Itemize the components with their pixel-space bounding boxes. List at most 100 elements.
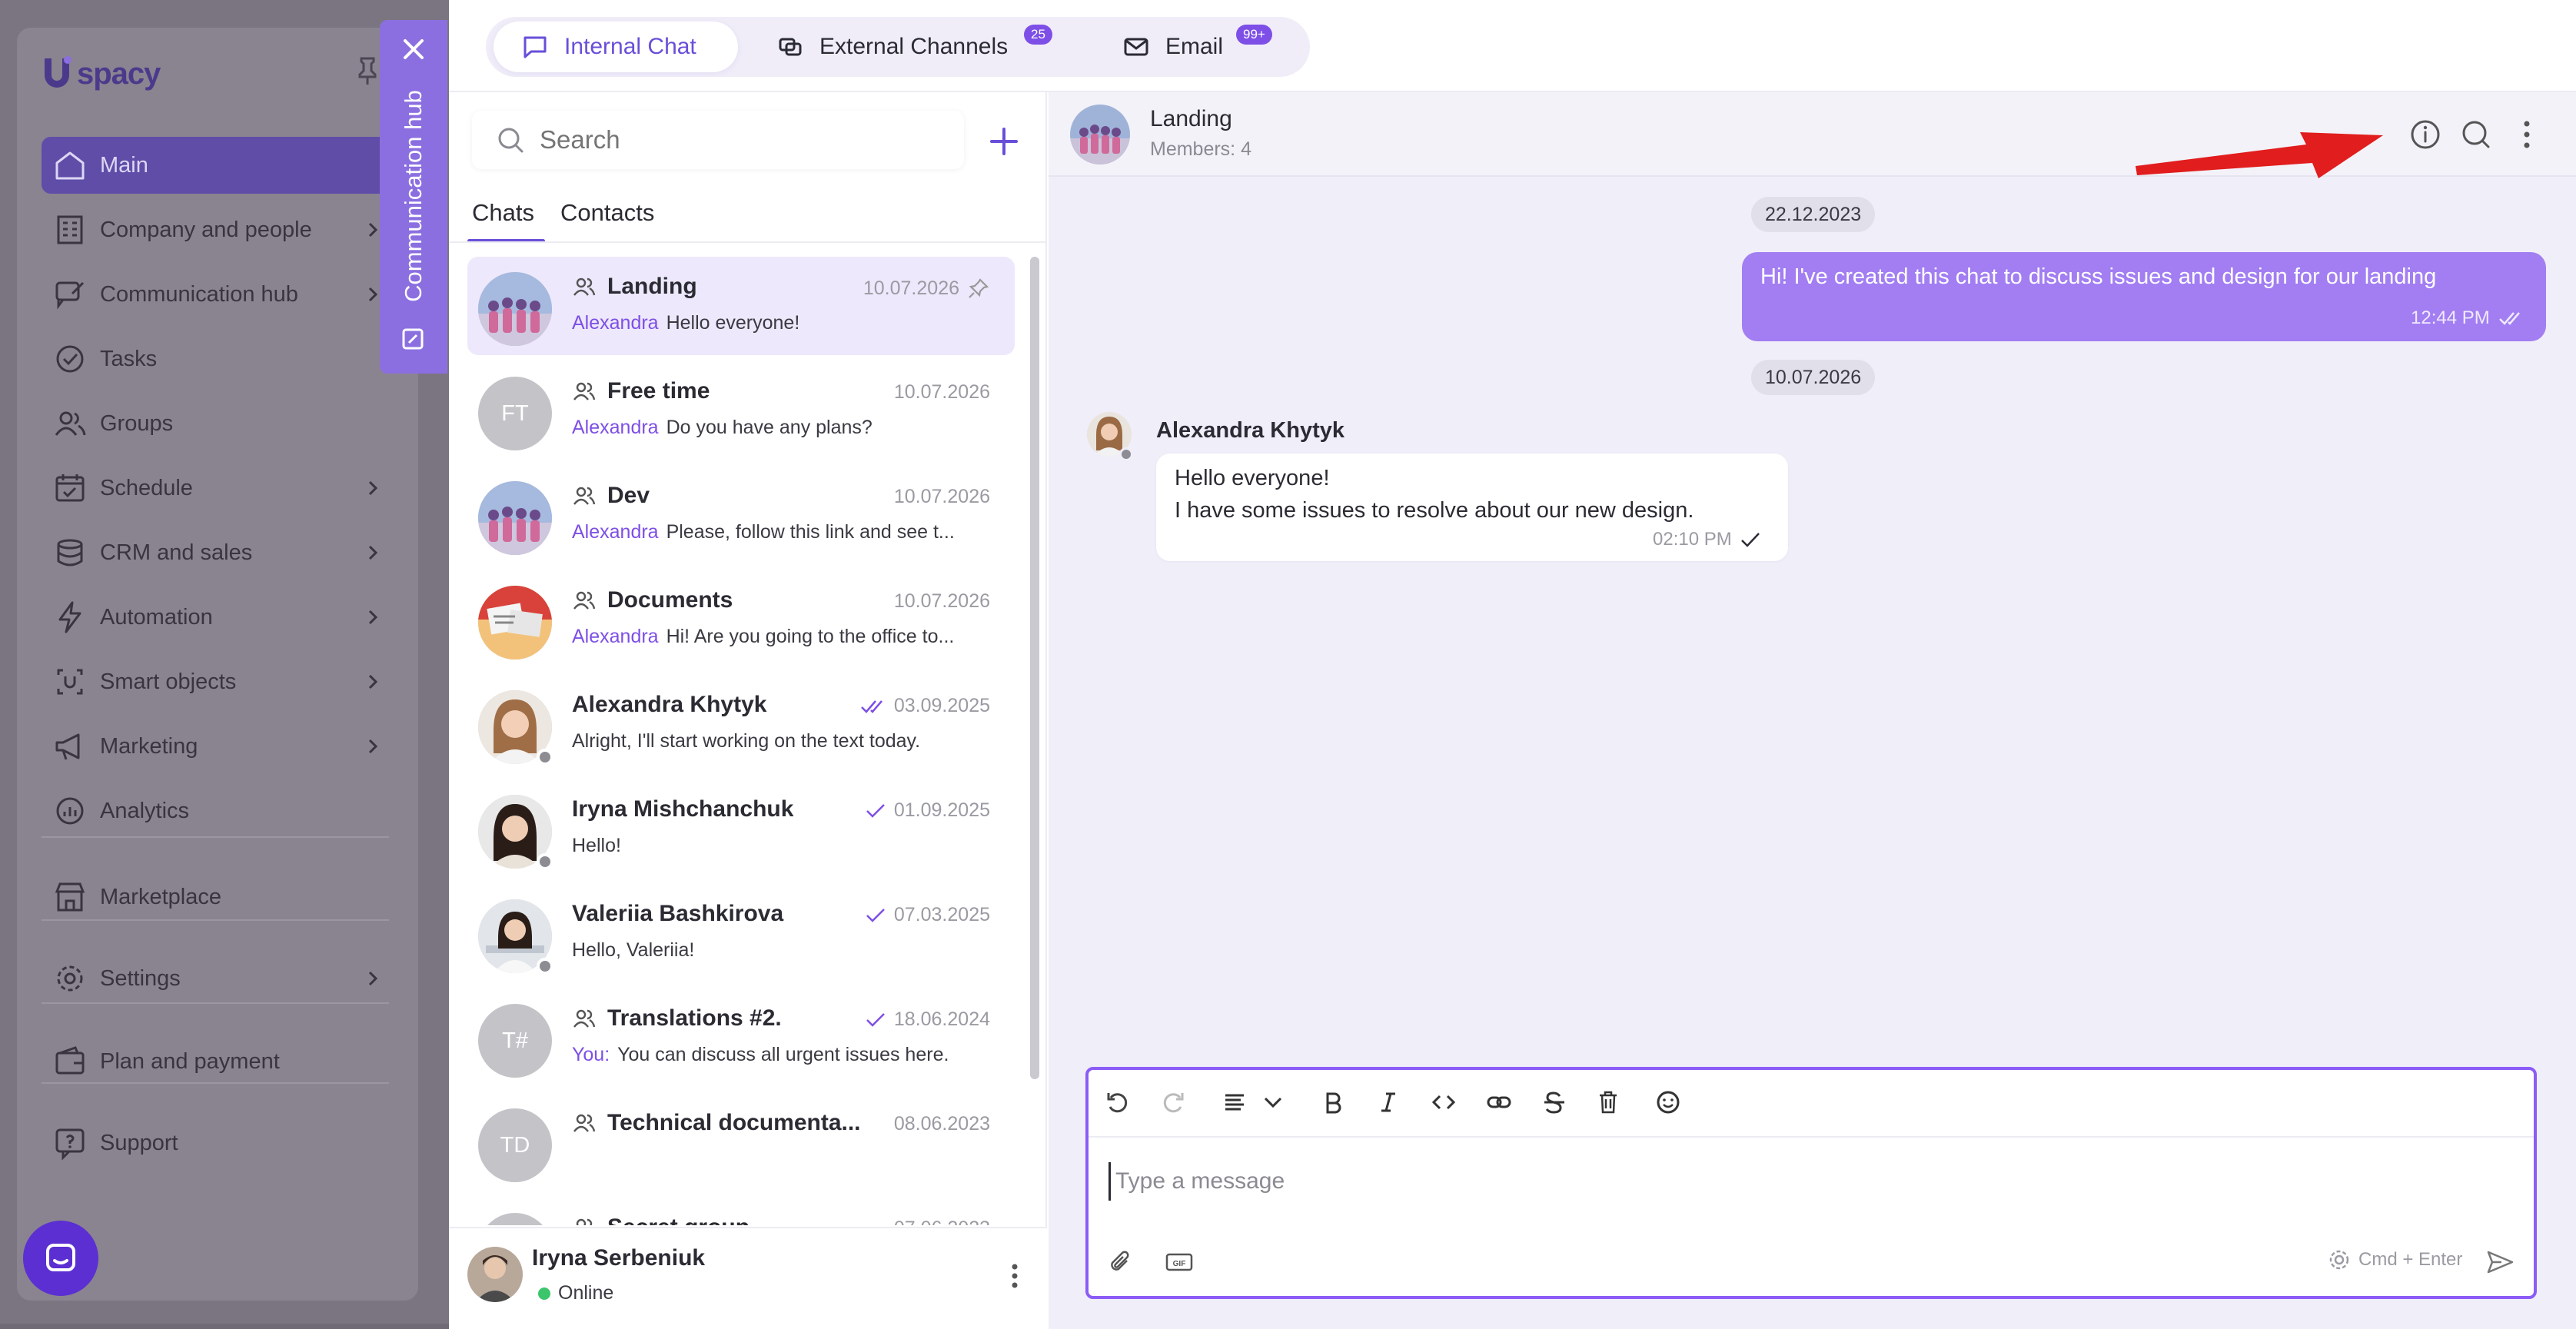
sidebar-item-label: Main — [100, 152, 148, 178]
sidebar-item-analytics[interactable]: Analytics — [42, 782, 389, 839]
message-input[interactable] — [1109, 1162, 2415, 1201]
sidebar-divider — [42, 836, 389, 838]
undo-icon[interactable] — [1101, 1085, 1135, 1119]
chat-list-item[interactable]: TD Technical documenta... 08.06.2023 — [467, 1093, 1015, 1191]
current-user-avatar[interactable] — [467, 1247, 523, 1302]
pin-sidebar-icon[interactable] — [354, 55, 381, 86]
chat-list-item[interactable]: Iryna Mishchanchuk 01.09.2025 Hello! — [467, 779, 1015, 878]
chat-list-item[interactable]: T# Translations #2. 18.06.2024 You: You can … — [467, 988, 1015, 1087]
chat-title: Translations #2. — [572, 1005, 879, 1032]
sidebar-item-support[interactable]: Support — [42, 1115, 389, 1171]
info-icon[interactable] — [2408, 117, 2443, 152]
online-indicator — [538, 1287, 550, 1300]
sidebar-item-crm-and-sales[interactable]: CRM and sales — [42, 524, 389, 581]
svg-text:GIF: GIF — [1173, 1260, 1186, 1268]
chat-date: 07.03.2025 — [865, 904, 990, 926]
sidebar-item-tasks[interactable]: Tasks — [42, 331, 389, 387]
chat-icon — [524, 36, 547, 58]
chevron-right-icon — [368, 971, 378, 986]
sidebar-divider — [42, 1002, 389, 1004]
plus-icon — [990, 128, 1018, 155]
check-icon — [866, 803, 885, 818]
tab-contacts[interactable]: Contacts — [560, 184, 654, 241]
chat-preview: Alright, I'll start working on the text … — [572, 730, 921, 752]
chart-icon — [52, 793, 88, 829]
more-vertical-icon[interactable] — [999, 1261, 1030, 1291]
chat-list-item[interactable]: Landing 10.07.2026 Alexandra Hello everyone… — [467, 257, 1015, 355]
sidebar-item-communication-hub[interactable]: Communication hub — [42, 266, 389, 323]
sidebar-item-label: Automation — [100, 604, 213, 630]
align-icon[interactable] — [1218, 1085, 1251, 1119]
chat-title: Dev — [572, 483, 879, 509]
conversation-members[interactable]: Members: 4 — [1150, 138, 1251, 161]
app-logo[interactable]: spacy — [40, 52, 161, 95]
send-button[interactable] — [2483, 1245, 2517, 1279]
chat-preview-sender: Alexandra — [572, 417, 659, 438]
tab-internal-chat[interactable]: Internal Chat — [494, 22, 738, 72]
sidebar-item-main[interactable]: Main — [42, 137, 389, 194]
chat-title: Free time — [572, 378, 879, 404]
chat-list-scrollbar[interactable] — [1030, 257, 1039, 1079]
chat-list-item[interactable]: FT Free time 10.07.2026 Alexandra Do you hav… — [467, 361, 1015, 460]
redo-icon[interactable] — [1156, 1085, 1190, 1119]
chat-list-item[interactable]: Documents 10.07.2026 Alexandra Hi! Are you … — [467, 570, 1015, 669]
sidebar-item-plan-and-payment[interactable]: Plan and payment — [42, 1033, 389, 1090]
link-icon[interactable] — [1482, 1085, 1516, 1119]
more-vertical-icon[interactable] — [2509, 117, 2544, 152]
attach-icon[interactable] — [1104, 1245, 1138, 1279]
incoming-message-meta: 02:10 PM — [1653, 529, 1761, 550]
conversation-title[interactable]: Landing — [1150, 106, 1232, 132]
sidebar-item-company-and-people[interactable]: Company and people — [42, 201, 389, 258]
chat-preview-sender: Alexandra — [572, 626, 659, 647]
tab-external-channels[interactable]: External Channels — [769, 22, 1022, 72]
chat-title: Iryna Mishchanchuk — [572, 796, 794, 822]
search-box[interactable] — [472, 111, 964, 169]
search-input[interactable] — [540, 125, 939, 154]
close-panel-icon[interactable] — [398, 34, 429, 65]
sidebar-bottom-strip — [0, 1324, 449, 1329]
strikethrough-icon[interactable] — [1537, 1085, 1571, 1119]
emoji-icon[interactable] — [1651, 1085, 1685, 1119]
chat-date: 10.07.2026 — [893, 381, 990, 403]
conversation-avatar[interactable] — [1070, 105, 1130, 164]
bold-icon[interactable] — [1316, 1085, 1350, 1119]
chat-preview-sender: You: — [572, 1044, 610, 1065]
sidebar-item-smart-objects[interactable]: Smart objects — [42, 653, 389, 710]
italic-icon[interactable] — [1371, 1085, 1405, 1119]
send-icon — [2487, 1251, 2514, 1274]
chat-date: 01.09.2025 — [865, 799, 990, 822]
sidebar-item-schedule[interactable]: Schedule — [42, 460, 389, 517]
help-chat-button[interactable] — [23, 1221, 98, 1296]
chat-list-item[interactable]: Alexandra Khytyk 03.09.2025 Alright, I'll … — [467, 675, 1015, 773]
chat-avatar — [478, 481, 552, 555]
tab-chats[interactable]: Chats — [467, 184, 545, 243]
sidebar-item-marketing[interactable]: Marketing — [42, 718, 389, 775]
chat-date: 10.07.2026 — [893, 590, 990, 612]
trash-icon[interactable] — [1591, 1085, 1625, 1119]
chat-list-item[interactable]: Dev 10.07.2026 Alexandra Please, follow thi… — [467, 466, 1015, 564]
chat-list-item[interactable]: Valeriia Bashkirova 07.03.2025 Hello, Vale… — [467, 884, 1015, 982]
sidebar-item-groups[interactable]: Groups — [42, 395, 389, 452]
pin-icon[interactable] — [967, 277, 990, 300]
group-chat-icon — [573, 487, 596, 505]
gif-icon[interactable]: GIF — [1162, 1245, 1196, 1279]
email-badge: 99+ — [1236, 25, 1272, 45]
outgoing-message-meta: 12:44 PM — [2411, 307, 2524, 329]
chat-list-item[interactable]: Secret group 07.06.2023 — [467, 1198, 1015, 1225]
sidebar-item-marketplace[interactable]: Marketplace — [42, 869, 389, 925]
sidebar-item-automation[interactable]: Automation — [42, 589, 389, 646]
sidebar-item-settings[interactable]: Settings — [42, 950, 389, 1007]
chat-preview-sender: Alexandra — [572, 521, 659, 543]
search-icon[interactable] — [2458, 117, 2494, 152]
chevron-right-icon — [368, 545, 378, 560]
send-shortcut-hint[interactable]: Cmd + Enter — [2328, 1248, 2462, 1271]
double-check-icon — [860, 699, 882, 713]
new-chat-button[interactable] — [981, 118, 1027, 164]
check-icon — [1740, 533, 1760, 547]
store-icon — [52, 879, 88, 915]
sender-name[interactable]: Alexandra Khytyk — [1156, 418, 1345, 444]
code-icon[interactable] — [1427, 1085, 1461, 1119]
chat-date: 10.07.2026 — [893, 486, 990, 507]
chevron-down-icon[interactable] — [1256, 1085, 1290, 1119]
sidebar-item-label: Schedule — [100, 475, 193, 500]
